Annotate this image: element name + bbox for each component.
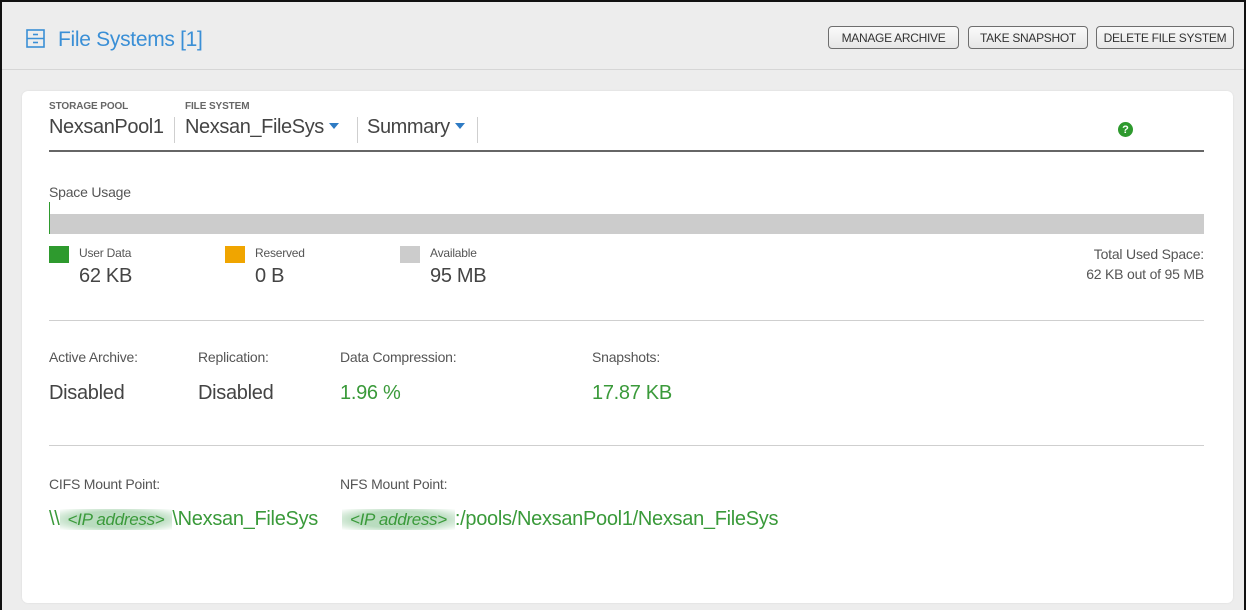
available-swatch — [400, 246, 420, 263]
page-title: File Systems [1] — [58, 28, 203, 51]
section-divider — [49, 445, 1204, 446]
breadcrumb-divider — [477, 117, 478, 143]
cifs-path: \Nexsan_FileSys — [172, 508, 318, 530]
nfs-ip-address: <IP address> — [342, 509, 455, 530]
total-used-space-label: Total Used Space: — [1093, 246, 1204, 262]
delete-file-system-button[interactable]: DELETE FILE SYSTEM — [1096, 26, 1234, 49]
replication-label: Replication: — [198, 349, 269, 365]
storage-pool-label: STORAGE POOL — [49, 101, 129, 112]
file-system-summary-card: STORAGE POOL NexsanPool1 FILE SYSTEM Nex… — [22, 91, 1233, 603]
nfs-mount-point-label: NFS Mount Point: — [340, 476, 448, 492]
space-usage-title: Space Usage — [49, 184, 131, 200]
replication-value: Disabled — [198, 382, 274, 404]
manage-archive-button[interactable]: MANAGE ARCHIVE — [828, 26, 959, 49]
data-compression-value: 1.96 % — [340, 382, 401, 404]
cifs-mount-point-value: \\ <IP address> \Nexsan_FileSys — [49, 508, 318, 531]
cifs-prefix: \\ — [49, 508, 60, 530]
nfs-mount-point-value: <IP address>:/pools/NexsanPool1/Nexsan_F… — [342, 508, 779, 531]
reserved-label: Reserved — [255, 246, 305, 260]
view-value-wrap: Summary — [367, 116, 465, 139]
snapshots-value: 17.87 KB — [592, 382, 672, 404]
breadcrumb-divider — [174, 117, 175, 143]
chevron-down-icon — [328, 123, 339, 129]
available-label: Available — [430, 246, 477, 260]
chevron-down-icon — [454, 123, 465, 129]
header-divider — [49, 150, 1204, 152]
user-data-swatch — [49, 246, 69, 263]
reserved-swatch — [225, 246, 245, 263]
total-used-space-value: 62 KB out of 95 MB — [1086, 266, 1204, 282]
available-value: 95 MB — [430, 265, 487, 287]
storage-pool-value: NexsanPool1 — [49, 116, 164, 138]
help-icon[interactable]: ? — [1118, 122, 1133, 137]
section-divider — [49, 320, 1204, 321]
user-data-label: User Data — [79, 246, 132, 260]
file-system-value-wrap: Nexsan_FileSys — [185, 116, 339, 139]
header-bar: File Systems [1] MANAGE ARCHIVE TAKE SNA… — [2, 2, 1244, 70]
active-archive-value: Disabled — [49, 382, 125, 404]
view-value: Summary — [367, 116, 450, 138]
user-data-value: 62 KB — [79, 265, 132, 287]
user-data-marker — [49, 202, 50, 214]
file-system-value: Nexsan_FileSys — [185, 116, 324, 138]
file-system-label: FILE SYSTEM — [185, 101, 250, 112]
breadcrumb-divider — [357, 117, 358, 143]
nfs-path: :/pools/NexsanPool1/Nexsan_FileSys — [454, 508, 779, 530]
user-data-fill — [49, 214, 50, 234]
cifs-ip-address: <IP address> — [59, 509, 173, 530]
data-compression-label: Data Compression: — [340, 349, 457, 365]
file-cabinet-icon — [26, 29, 45, 48]
take-snapshot-button[interactable]: TAKE SNAPSHOT — [968, 26, 1088, 49]
space-usage-bar — [49, 202, 1204, 234]
reserved-value: 0 B — [255, 265, 285, 287]
cifs-mount-point-label: CIFS Mount Point: — [49, 476, 160, 492]
snapshots-label: Snapshots: — [592, 349, 661, 365]
active-archive-label: Active Archive: — [49, 349, 138, 365]
